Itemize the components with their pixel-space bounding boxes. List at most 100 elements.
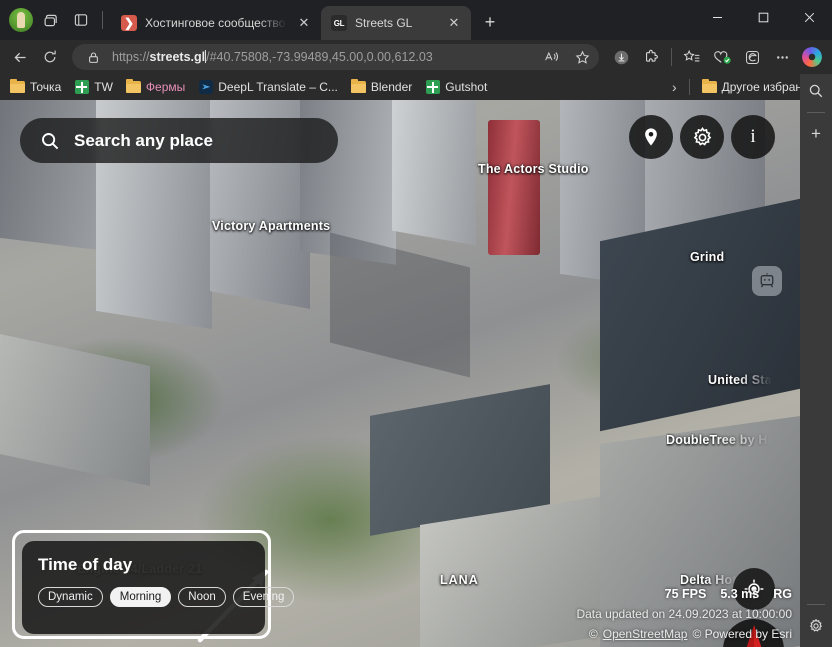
profile-avatar[interactable] [6, 5, 36, 35]
split-screen-icon [614, 50, 628, 64]
titlebar-divider [102, 11, 103, 29]
minimize-button[interactable] [694, 0, 740, 34]
time-option-noon[interactable]: Noon [178, 587, 226, 607]
time-of-day-title: Time of day [38, 555, 133, 574]
sidebar-search-icon [809, 84, 823, 98]
map-pin-button[interactable] [629, 115, 673, 159]
bookmark-blender[interactable]: Blender [345, 77, 418, 97]
time-of-day-highlight-box: Time of day Dynamic Morning Noon Evening [12, 530, 295, 639]
browser-essentials-button[interactable] [708, 43, 736, 71]
tab-habr[interactable]: ❯ Хостинговое сообщество «Timeweb» ✕ [111, 6, 321, 40]
render-stats: 75 FPS 5.3 ms RG [665, 587, 792, 601]
bookmark-fermy[interactable]: Фермы [120, 77, 191, 97]
sidebar-bottom-group [803, 596, 829, 647]
bookmark-label: DeepL Translate – C... [218, 80, 338, 94]
folder-icon [350, 78, 366, 94]
workspaces-button[interactable] [36, 5, 66, 35]
close-window-button[interactable] [786, 0, 832, 34]
building-shadow [330, 232, 470, 378]
bookmark-label: Blender [370, 80, 413, 94]
add-favorite-star-icon[interactable] [571, 46, 593, 68]
back-button[interactable] [6, 43, 34, 71]
extensions-button[interactable] [637, 43, 665, 71]
tab-strip: ❯ Хостинговое сообщество «Timeweb» ✕ GL … [111, 0, 694, 40]
bookmark-tochka[interactable]: Точка [4, 77, 67, 97]
time-option-evening[interactable]: Evening [232, 587, 295, 607]
ellipsis-icon [776, 55, 788, 59]
folder-icon [125, 78, 141, 94]
browser-essentials-heart-icon [713, 50, 731, 64]
title-bar: ❯ Хостинговое сообщество «Timeweb» ✕ GL … [0, 0, 832, 40]
search-placeholder: Search any place [74, 130, 213, 150]
bookmarks-divider [688, 79, 690, 95]
new-tab-button[interactable]: + [475, 7, 505, 37]
avatar-icon [9, 8, 33, 32]
bookmark-deepl[interactable]: ➢ DeepL Translate – C... [192, 77, 344, 97]
time-option-morning[interactable]: Morning [109, 587, 172, 607]
tab-actions-button[interactable] [66, 5, 96, 35]
split-screen-button[interactable] [607, 43, 635, 71]
bookmarks-bar: Точка TW Фермы ➢ DeepL Translate – C... … [0, 74, 832, 100]
bookmark-tw[interactable]: TW [68, 77, 119, 97]
screenshot-button[interactable] [752, 266, 782, 296]
sidebar-settings-button[interactable] [803, 613, 829, 639]
refresh-button[interactable] [36, 43, 64, 71]
tab-actions-icon [74, 14, 88, 26]
time-of-day-panel: Time of day Dynamic Morning Noon Evening [22, 541, 295, 634]
sidebar-divider-bottom [807, 604, 825, 605]
attribution: © OpenStreetMap © Powered by Esri [589, 627, 792, 641]
edge-sidebar: + [800, 74, 832, 647]
green-cross-icon [425, 80, 440, 94]
openstreetmap-link[interactable]: OpenStreetMap [603, 627, 688, 641]
tab-title: Хостинговое сообщество «Timeweb» [145, 16, 287, 30]
workspaces-icon [44, 14, 57, 26]
map-canvas[interactable]: The Actors Studio Victory Apartments Gri… [0, 100, 800, 647]
edge-drop-button[interactable] [738, 43, 766, 71]
copilot-icon [802, 47, 822, 67]
attribution-esri: © Powered by Esri [692, 627, 792, 641]
attribution-osm-prefix: © [588, 627, 598, 641]
minimize-icon [712, 16, 722, 18]
sidebar-settings-gear-icon [809, 618, 823, 632]
url-host: streets.gl [149, 50, 206, 64]
folder-icon [10, 78, 25, 94]
building-block [0, 334, 150, 486]
bookmarks-overflow-button[interactable]: › [666, 76, 683, 98]
toolbar-divider [671, 48, 672, 66]
search-input[interactable]: Search any place [20, 118, 338, 163]
sidebar-add-button[interactable]: + [803, 121, 829, 147]
time-option-dynamic[interactable]: Dynamic [38, 587, 103, 607]
titlebar-left-controls [0, 0, 111, 40]
tab-close-button[interactable]: ✕ [295, 14, 313, 32]
address-bar[interactable]: https://streets.gl/#40.75808,-73.99489,4… [72, 44, 599, 70]
read-aloud-icon[interactable] [541, 46, 563, 68]
building-block [392, 100, 476, 246]
time-of-day-options: Dynamic Morning Noon Evening [38, 587, 295, 607]
sidebar-divider-top [807, 112, 825, 113]
tab-close-button[interactable]: ✕ [445, 14, 463, 32]
refresh-icon [44, 50, 56, 63]
window-controls [694, 0, 832, 40]
edge-e-icon [745, 50, 759, 64]
building-block [488, 120, 540, 255]
collections-button[interactable] [678, 43, 706, 71]
bookmark-label: Gutshot [445, 80, 488, 94]
renderer-label: RG [773, 587, 792, 601]
deepl-icon: ➢ [198, 80, 213, 94]
sidebar-search-button[interactable] [803, 78, 829, 104]
tab-streets-gl[interactable]: GL Streets GL ✕ [321, 6, 471, 40]
map-settings-button[interactable] [680, 115, 724, 159]
maximize-button[interactable] [740, 0, 786, 34]
bookmark-gutshot[interactable]: Gutshot [419, 77, 493, 97]
info-icon: i [750, 126, 756, 147]
copilot-button[interactable] [798, 43, 826, 71]
streetsgl-icon: GL [331, 15, 347, 31]
browser-window: ❯ Хостинговое сообщество «Timeweb» ✕ GL … [0, 0, 832, 647]
maximize-icon [758, 12, 768, 22]
settings-and-more-button[interactable] [768, 43, 796, 71]
green-cross-icon [74, 80, 89, 94]
bookmark-label: TW [94, 80, 113, 94]
browser-toolbar: https://streets.gl/#40.75808,-73.99489,4… [0, 40, 832, 74]
map-info-button[interactable]: i [731, 115, 775, 159]
folder-icon [701, 78, 717, 94]
